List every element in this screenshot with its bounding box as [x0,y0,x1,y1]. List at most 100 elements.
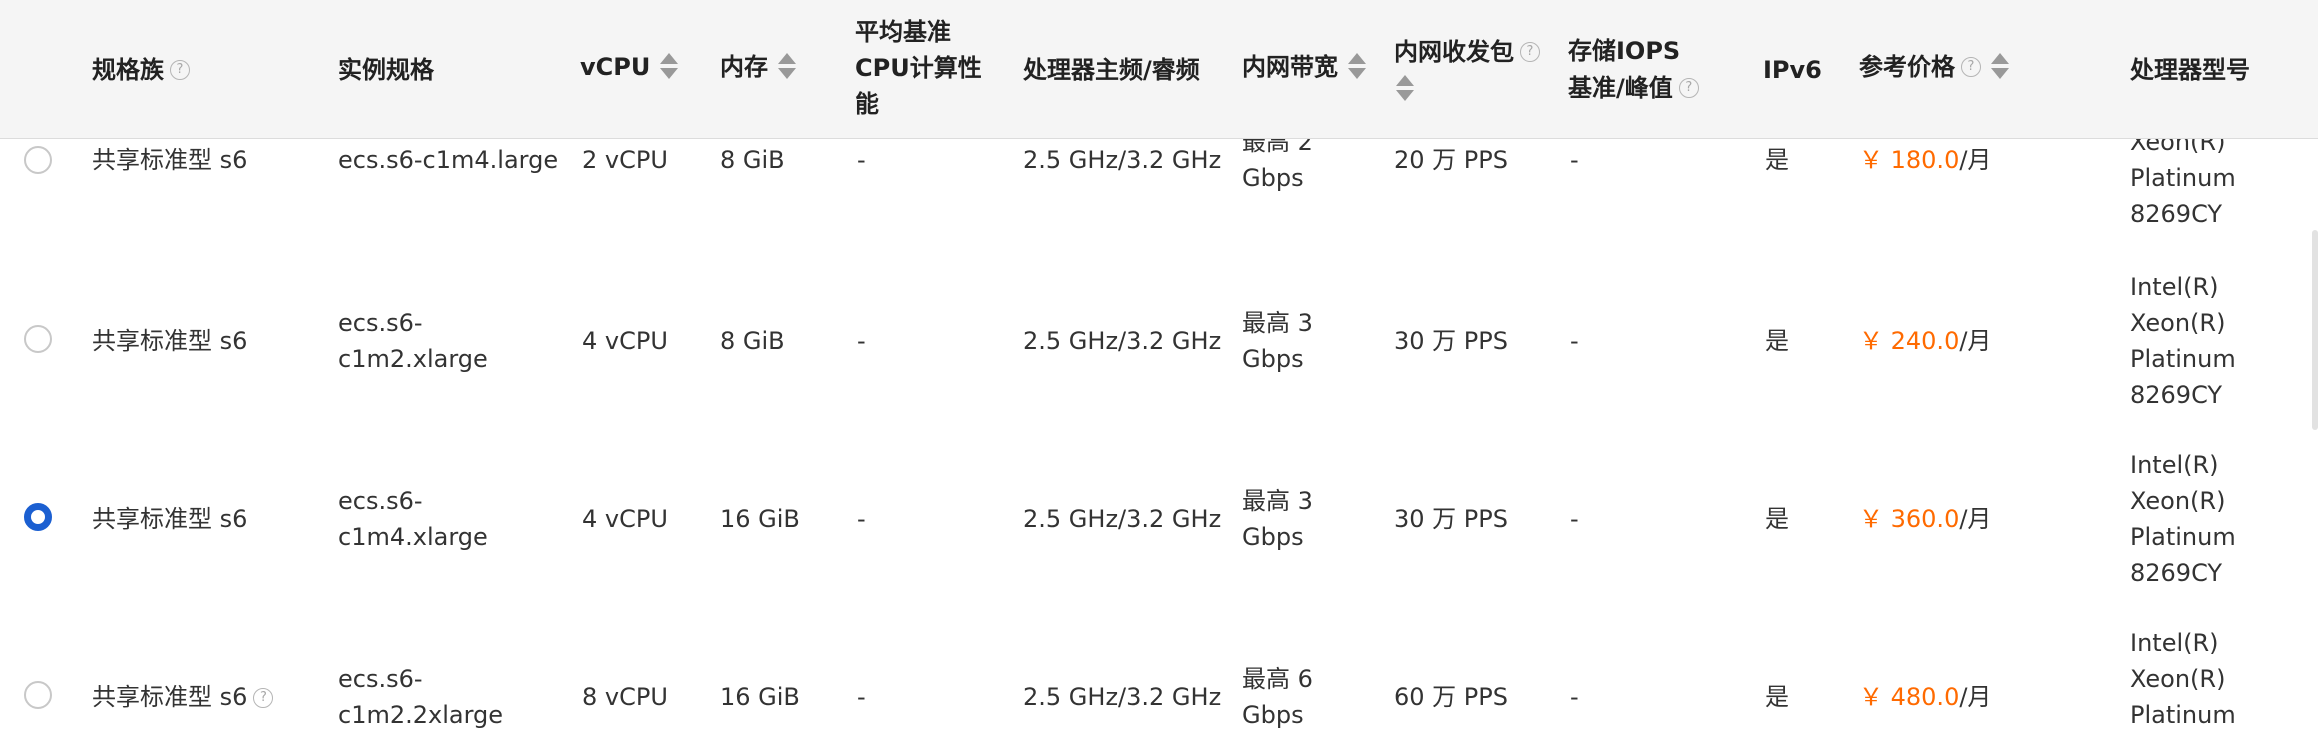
table-header: 规格族? 实例规格 vCPU 内存 平均基准 CPU计算性 能 处理器主频/睿频… [0,0,2318,139]
ipv6-cell: 是 [1765,146,1789,174]
pps-cell: 60 万 PPS [1394,683,1508,711]
pps-cell: 30 万 PPS [1394,327,1508,355]
iops-cell: - [1570,683,1579,711]
baseline-cell: - [857,683,866,711]
col-baseline-label-line2: CPU计算性 [855,54,982,82]
price-unit: /月 [1959,505,1992,533]
family-cell: 共享标准型 s6 [92,146,248,174]
model-line: Platinum [2130,164,2236,192]
instance-type-table: 规格族? 实例规格 vCPU 内存 平均基准 CPU计算性 能 处理器主频/睿频… [0,0,2318,740]
col-vcpu-header[interactable]: vCPU [580,48,679,85]
sort-icon[interactable] [778,52,796,82]
col-bandwidth-header[interactable]: 内网带宽 [1242,48,1366,85]
bandwidth-cell: 最高 6 Gbps [1242,661,1313,733]
spec-line: c1m2.xlarge [338,345,488,373]
model-line: Intel(R) [2130,451,2219,479]
mem-cell: 8 GiB [720,146,785,174]
col-spec-label: 实例规格 [338,56,434,84]
col-family-label: 规格族 [92,56,164,84]
price-value: ￥ 180.0 [1859,146,1960,174]
vcpu-cell: 2 vCPU [582,146,668,174]
col-model-header: 处理器型号 [2130,51,2250,88]
table-row[interactable]: 共享标准型 s6 ecs.s6- c1m4.xlarge 4 vCPU 16 G… [0,430,2318,609]
sort-icon[interactable] [1991,52,2009,82]
spec-cell: ecs.s6-c1m4.large [338,146,559,174]
col-pps-header[interactable]: 内网收发包? [1394,33,1540,106]
col-baseline-header: 平均基准 CPU计算性 能 [855,14,982,122]
bandwidth-line: Gbps [1242,701,1304,729]
mem-cell: 8 GiB [720,327,785,355]
col-model-label: 处理器型号 [2130,56,2250,84]
family-cell: 共享标准型 s6 [92,327,248,355]
col-price-header[interactable]: 参考价格? [1859,48,2009,85]
radio-button[interactable] [24,146,52,174]
col-bandwidth-label: 内网带宽 [1242,53,1338,81]
model-line: Platinum [2130,523,2236,551]
price-cell: ￥ 240.0/月 [1859,323,1991,359]
col-pps-label: 内网收发包 [1394,38,1514,66]
spec-line: ecs.s6- [338,487,423,515]
price-cell: ￥ 480.0/月 [1859,679,1991,715]
price-unit: /月 [1959,146,1992,174]
iops-cell: - [1570,146,1579,174]
price-value: ￥ 240.0 [1859,327,1960,355]
family-cell: 共享标准型 s6? [92,679,274,715]
help-icon[interactable]: ? [1961,57,1981,77]
model-line: Xeon(R) [2130,487,2226,515]
bandwidth-cell: 最高 3 Gbps [1242,483,1313,555]
price-unit: /月 [1959,327,1992,355]
col-iops-header: 存储IOPS 基准/峰值? [1568,33,1699,106]
col-iops-label-line2: 基准/峰值 [1568,74,1673,102]
col-baseline-label-line3: 能 [855,90,879,118]
col-price-label: 参考价格 [1859,53,1955,81]
freq-cell: 2.5 GHz/3.2 GHz [1023,683,1222,711]
price-value: ￥ 480.0 [1859,683,1960,711]
radio-button-selected[interactable] [24,503,52,531]
col-spec-header: 实例规格 [338,51,434,88]
model-cell: Xeon(R) Platinum 8269CY [2130,124,2236,232]
col-freq-label: 处理器主频/睿频 [1023,56,1200,84]
radio-button[interactable] [24,681,52,709]
help-icon[interactable]: ? [1520,42,1540,62]
model-line: 8269CY [2130,559,2223,587]
baseline-cell: - [857,146,866,174]
model-line: Xeon(R) [2130,309,2226,337]
help-icon[interactable]: ? [170,60,190,80]
col-iops-label-line1: 存储IOPS [1568,37,1681,65]
baseline-cell: - [857,327,866,355]
help-icon[interactable]: ? [1678,78,1699,98]
spec-line: ecs.s6- [338,665,423,693]
sort-icon[interactable] [1396,74,1414,104]
model-cell: Intel(R) Xeon(R) Platinum 8269CY [2130,269,2236,413]
sort-icon[interactable] [1348,52,1366,82]
col-mem-header[interactable]: 内存 [720,48,796,85]
spec-cell: ecs.s6- c1m2.xlarge [338,305,488,377]
vertical-scrollbar[interactable] [2312,230,2318,430]
sort-icon[interactable] [660,52,679,82]
family-label: 共享标准型 s6 [92,683,248,711]
col-ipv6-header: IPv6 [1763,51,1822,88]
spec-line: c1m2.2xlarge [338,701,504,729]
model-cell: Intel(R) Xeon(R) Platinum [2130,625,2236,733]
table-row[interactable]: 共享标准型 s6? ecs.s6- c1m2.2xlarge 8 vCPU 16… [0,608,2318,740]
bandwidth-line: Gbps [1242,345,1304,373]
vcpu-cell: 4 vCPU [582,505,668,533]
vcpu-cell: 4 vCPU [582,327,668,355]
ipv6-cell: 是 [1765,505,1789,533]
radio-button[interactable] [24,325,52,353]
pps-cell: 20 万 PPS [1394,146,1508,174]
col-baseline-label-line1: 平均基准 [855,18,951,46]
price-value: ￥ 360.0 [1859,505,1960,533]
model-cell: Intel(R) Xeon(R) Platinum 8269CY [2130,447,2236,591]
family-cell: 共享标准型 s6 [92,505,248,533]
table-row[interactable]: 共享标准型 s6 ecs.s6- c1m2.xlarge 4 vCPU 8 Gi… [0,252,2318,431]
ipv6-cell: 是 [1765,683,1789,711]
spec-line: c1m4.xlarge [338,523,488,551]
price-unit: /月 [1959,683,1992,711]
pps-cell: 30 万 PPS [1394,505,1508,533]
col-family-header: 规格族? [92,51,190,88]
iops-cell: - [1570,505,1579,533]
help-icon[interactable]: ? [253,688,274,708]
col-vcpu-label: vCPU [580,53,651,81]
iops-cell: - [1570,327,1579,355]
